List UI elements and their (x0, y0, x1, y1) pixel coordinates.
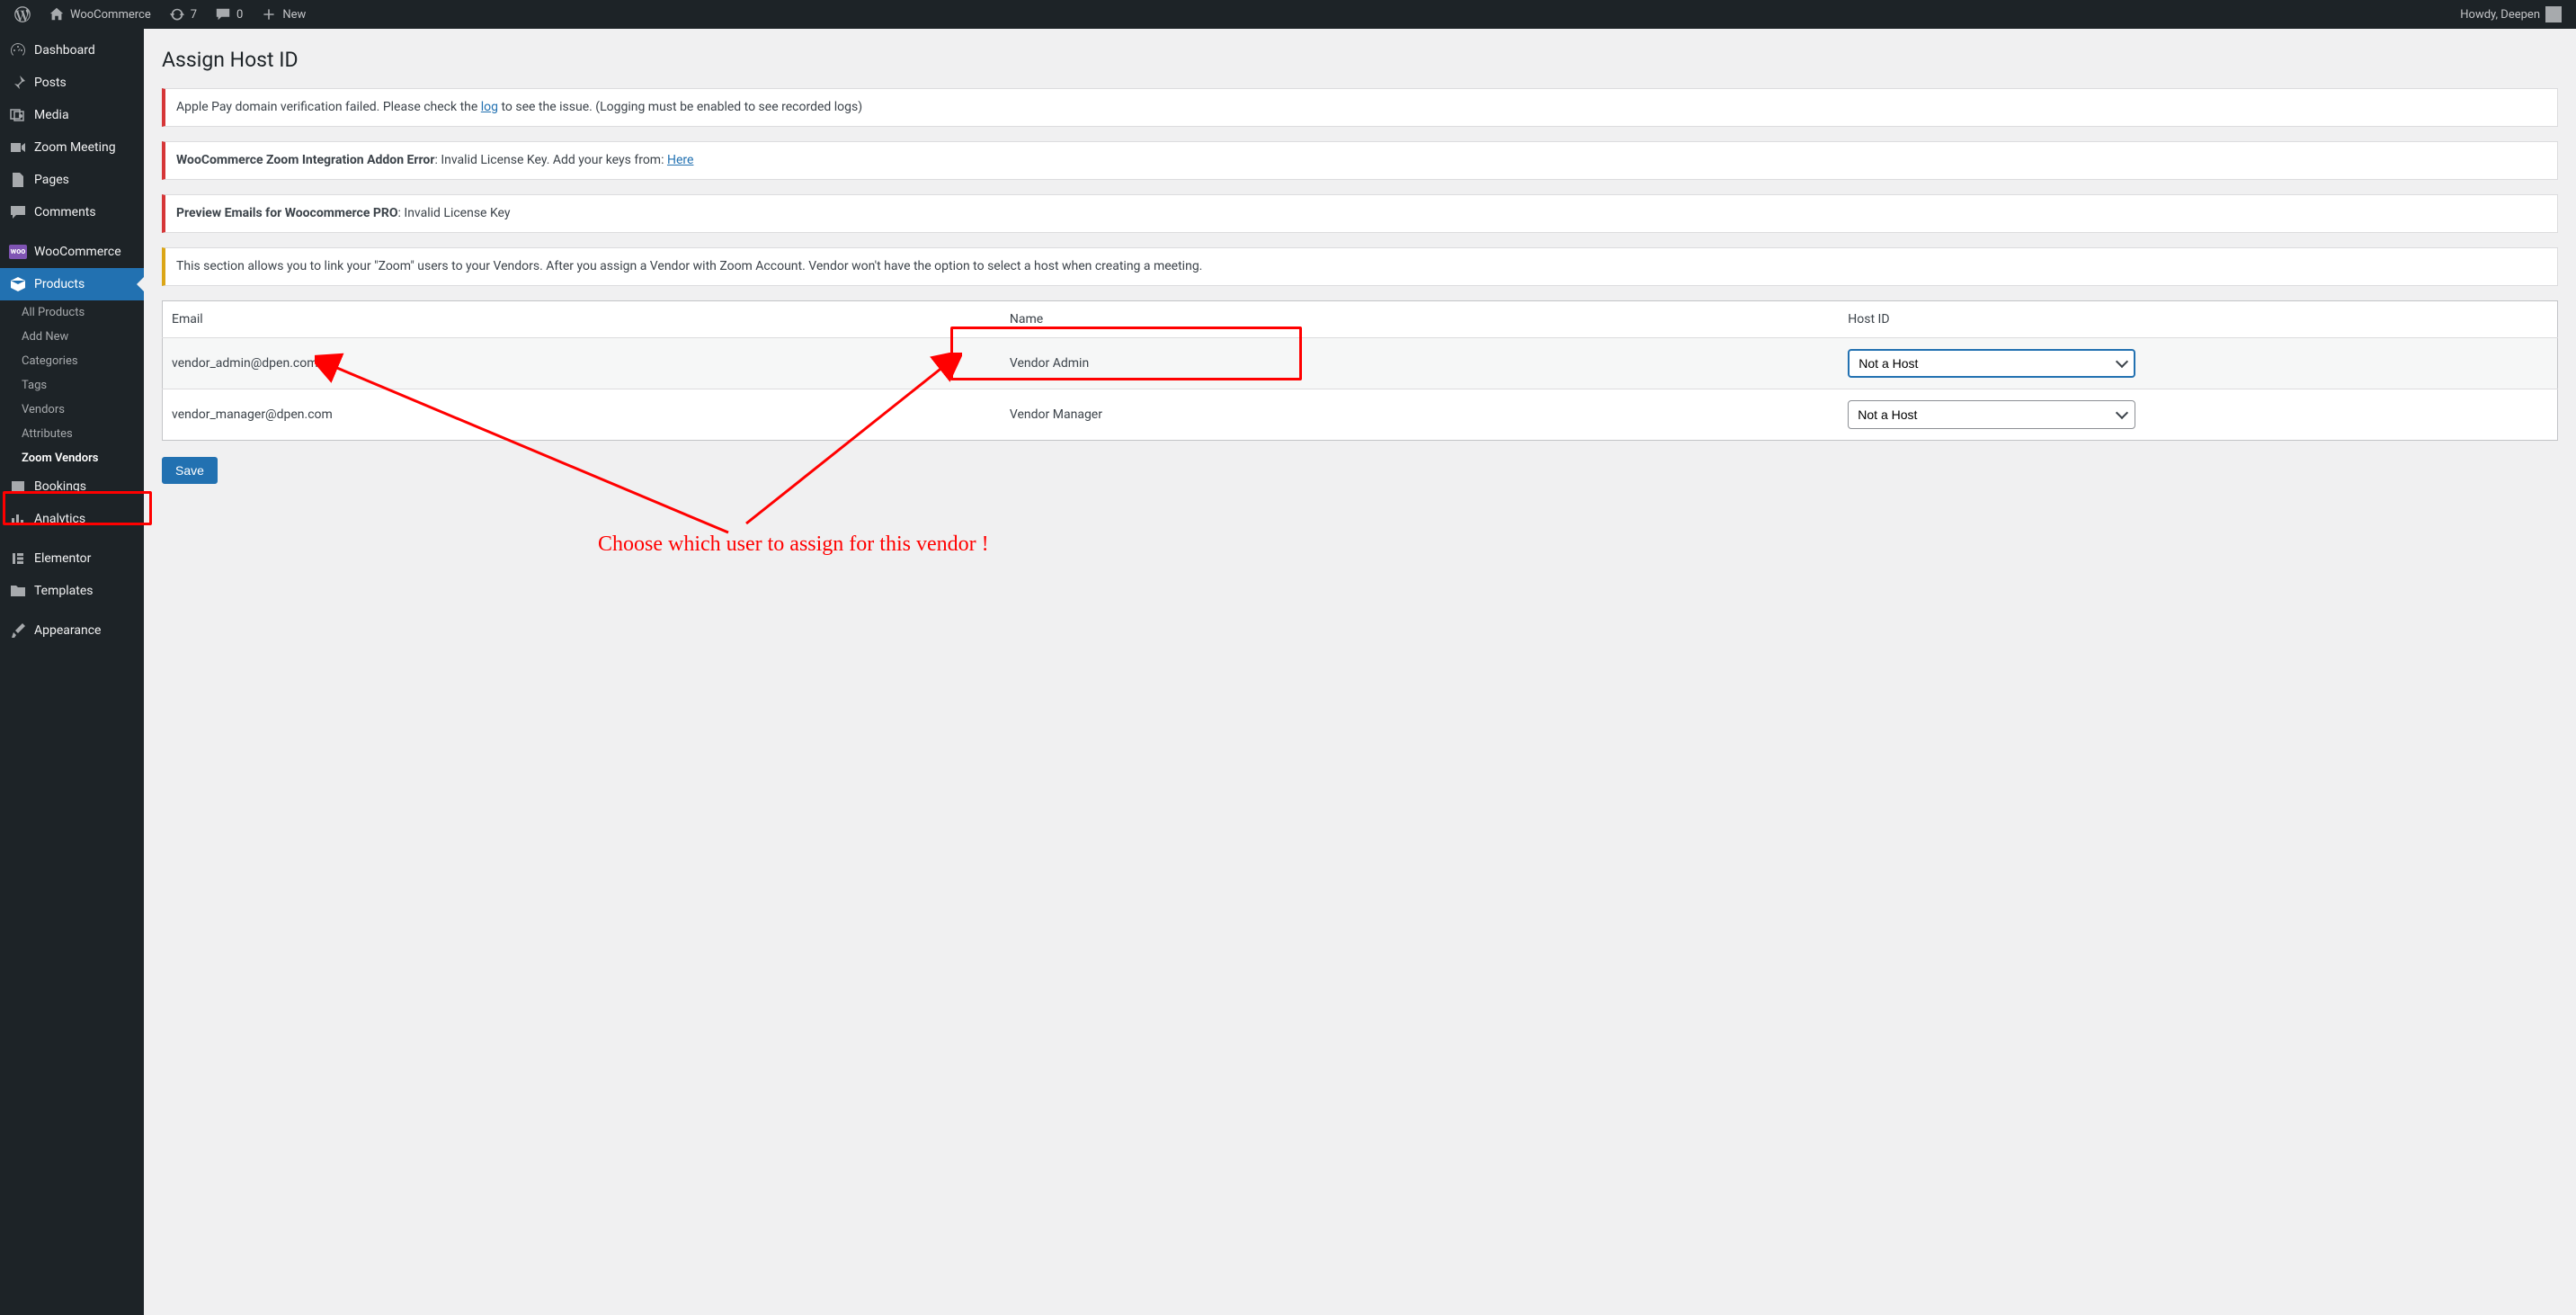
sidebar-label: WooCommerce (34, 245, 121, 259)
cell-name: Vendor Manager (1001, 389, 1839, 441)
sidebar-sub-attributes[interactable]: Attributes (11, 422, 144, 446)
notice-section-info: This section allows you to link your "Zo… (162, 247, 2558, 286)
chart-icon (9, 510, 27, 528)
sidebar-label: Analytics (34, 512, 85, 526)
calendar-icon (9, 478, 27, 496)
host-select[interactable]: Not a Host (1848, 349, 2135, 378)
sidebar-label: Products (34, 277, 85, 291)
notice-text: Apple Pay domain verification failed. Pl… (176, 100, 481, 114)
table-row: vendor_admin@dpen.com Vendor Admin Not a… (163, 338, 2558, 389)
sidebar-item-products[interactable]: Products (0, 268, 144, 300)
sidebar-label: Media (34, 108, 69, 122)
sidebar-label: Pages (34, 173, 69, 187)
new-label: New (282, 8, 306, 22)
col-host-id: Host ID (1839, 301, 2557, 338)
col-email: Email (163, 301, 1001, 338)
vendors-table: Email Name Host ID vendor_admin@dpen.com… (162, 300, 2558, 441)
sidebar-sub-all-products[interactable]: All Products (11, 300, 144, 325)
account-link[interactable]: Howdy, Deepen (2453, 0, 2569, 29)
greeting-label: Howdy, Deepen (2460, 8, 2540, 22)
notice-text: : Invalid License Key (398, 206, 511, 220)
wp-logo[interactable] (7, 0, 38, 29)
main-content: Assign Host ID Apple Pay domain verifica… (144, 29, 2576, 1315)
sidebar-label: Zoom Meeting (34, 140, 116, 155)
updates-link[interactable]: 7 (162, 0, 204, 29)
sidebar-sub-vendors[interactable]: Vendors (11, 398, 144, 422)
notice-bold: WooCommerce Zoom Integration Addon Error (176, 153, 434, 167)
save-button[interactable]: Save (162, 457, 218, 484)
sidebar-item-comments[interactable]: Comments (0, 196, 144, 228)
sidebar-item-appearance[interactable]: Appearance (0, 614, 144, 647)
annotation-text: Choose which user to assign for this ven… (598, 532, 989, 557)
sidebar-item-dashboard[interactable]: Dashboard (0, 34, 144, 67)
notice-bold: Preview Emails for Woocommerce PRO (176, 206, 398, 220)
media-icon (9, 106, 27, 124)
sidebar-item-elementor[interactable]: Elementor (0, 542, 144, 575)
sidebar-submenu-products: All Products Add New Categories Tags Ven… (0, 300, 144, 470)
page-title: Assign Host ID (162, 40, 2558, 76)
video-icon (9, 139, 27, 157)
sidebar-item-media[interactable]: Media (0, 99, 144, 131)
pin-icon (9, 74, 27, 92)
elementor-icon (9, 550, 27, 568)
notice-text: : Invalid License Key. Add your keys fro… (434, 153, 666, 167)
sidebar-label: Elementor (34, 551, 91, 566)
comments-count: 0 (236, 8, 243, 22)
folder-icon (9, 582, 27, 600)
sidebar-sub-zoom-vendors[interactable]: Zoom Vendors (11, 446, 144, 470)
sidebar-label: Templates (34, 584, 94, 598)
plus-icon (261, 6, 277, 22)
updates-count: 7 (191, 8, 197, 22)
site-name-label: WooCommerce (70, 8, 151, 22)
sidebar-sub-add-new[interactable]: Add New (11, 325, 144, 349)
notice-zoom-addon: WooCommerce Zoom Integration Addon Error… (162, 141, 2558, 180)
sidebar-label: Appearance (34, 623, 101, 638)
sidebar-item-posts[interactable]: Posts (0, 67, 144, 99)
pages-icon (9, 171, 27, 189)
dashboard-icon (9, 41, 27, 59)
sidebar-item-woocommerce[interactable]: woo WooCommerce (0, 236, 144, 268)
sidebar-item-templates[interactable]: Templates (0, 575, 144, 607)
home-icon (49, 6, 65, 22)
site-name-link[interactable]: WooCommerce (41, 0, 158, 29)
sidebar-item-bookings[interactable]: Bookings (0, 470, 144, 503)
new-link[interactable]: New (254, 0, 313, 29)
notice-log-link[interactable]: log (481, 100, 498, 114)
products-icon (9, 275, 27, 293)
notice-preview-emails: Preview Emails for Woocommerce PRO: Inva… (162, 194, 2558, 233)
table-row: vendor_manager@dpen.com Vendor Manager N… (163, 389, 2558, 441)
notice-apple-pay: Apple Pay domain verification failed. Pl… (162, 88, 2558, 127)
update-icon (169, 6, 185, 22)
notice-text: to see the issue. (Logging must be enabl… (498, 100, 862, 114)
cell-email: vendor_manager@dpen.com (163, 389, 1001, 441)
avatar (2545, 6, 2562, 22)
host-select[interactable]: Not a Host (1848, 400, 2135, 429)
comment-icon (215, 6, 231, 22)
notice-text: This section allows you to link your "Zo… (176, 259, 1202, 273)
sidebar-sub-tags[interactable]: Tags (11, 373, 144, 398)
sidebar-label: Bookings (34, 479, 86, 494)
comments-link[interactable]: 0 (208, 0, 250, 29)
notice-here-link[interactable]: Here (667, 153, 693, 167)
col-name: Name (1001, 301, 1839, 338)
sidebar-item-pages[interactable]: Pages (0, 164, 144, 196)
sidebar-item-zoom-meeting[interactable]: Zoom Meeting (0, 131, 144, 164)
woocommerce-icon: woo (9, 243, 27, 261)
cell-email: vendor_admin@dpen.com (163, 338, 1001, 389)
comment-icon (9, 203, 27, 221)
wordpress-icon (14, 6, 31, 22)
sidebar-item-analytics[interactable]: Analytics (0, 503, 144, 535)
brush-icon (9, 622, 27, 640)
sidebar-sub-categories[interactable]: Categories (11, 349, 144, 373)
cell-name: Vendor Admin (1001, 338, 1839, 389)
sidebar-label: Dashboard (34, 43, 95, 58)
admin-sidebar: Dashboard Posts Media Zoom Meeting Pages… (0, 29, 144, 1315)
sidebar-label: Posts (34, 76, 67, 90)
admin-bar: WooCommerce 7 0 New Howdy, Deepen (0, 0, 2576, 29)
sidebar-label: Comments (34, 205, 96, 219)
